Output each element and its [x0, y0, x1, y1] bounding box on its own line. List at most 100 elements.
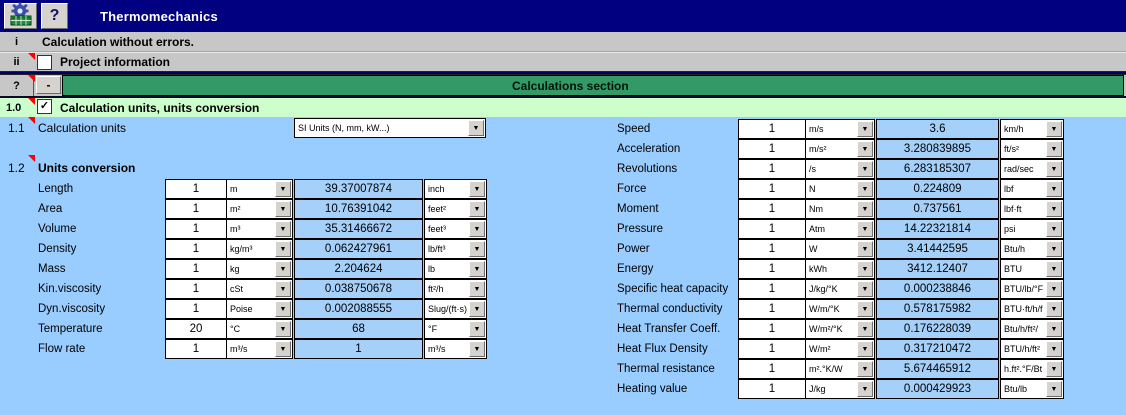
value-input[interactable]: 1 — [165, 239, 227, 259]
unit-select[interactable]: Poise▼ — [226, 299, 293, 319]
dropdown-arrow-icon[interactable]: ▼ — [857, 261, 873, 277]
dropdown-arrow-icon[interactable]: ▼ — [1046, 121, 1062, 137]
dropdown-arrow-icon[interactable]: ▼ — [1046, 341, 1062, 357]
unit-select[interactable]: kWh▼ — [805, 259, 875, 279]
value-input[interactable]: 1 — [738, 339, 806, 359]
unit-select[interactable]: N▼ — [805, 179, 875, 199]
unit-select[interactable]: m/s▼ — [805, 119, 875, 139]
dropdown-arrow-icon[interactable]: ▼ — [1046, 141, 1062, 157]
dropdown-arrow-icon[interactable]: ▼ — [857, 241, 873, 257]
dropdown-arrow-icon[interactable]: ▼ — [469, 281, 485, 297]
calculation-units-select[interactable]: SI Units (N, mm, kW...) ▼ — [294, 118, 486, 138]
result-unit-select[interactable]: BTU▼ — [1000, 259, 1064, 279]
dropdown-arrow-icon[interactable]: ▼ — [857, 341, 873, 357]
unit-select[interactable]: cSt▼ — [226, 279, 293, 299]
dropdown-arrow-icon[interactable]: ▼ — [275, 201, 291, 217]
dropdown-arrow-icon[interactable]: ▼ — [275, 341, 291, 357]
dropdown-arrow-icon[interactable]: ▼ — [469, 301, 485, 317]
dropdown-arrow-icon[interactable]: ▼ — [275, 301, 291, 317]
dropdown-arrow-icon[interactable]: ▼ — [857, 281, 873, 297]
dropdown-arrow-icon[interactable]: ▼ — [275, 181, 291, 197]
unit-select[interactable]: m³/s▼ — [226, 339, 293, 359]
value-input[interactable]: 1 — [738, 379, 806, 399]
unit-select[interactable]: W/m²▼ — [805, 339, 875, 359]
dropdown-arrow-icon[interactable]: ▼ — [857, 361, 873, 377]
unit-select[interactable]: Atm▼ — [805, 219, 875, 239]
dropdown-arrow-icon[interactable]: ▼ — [275, 241, 291, 257]
dropdown-arrow-icon[interactable]: ▼ — [275, 261, 291, 277]
result-unit-select[interactable]: lbf·ft▼ — [1000, 199, 1064, 219]
result-unit-select[interactable]: ft/s²▼ — [1000, 139, 1064, 159]
dropdown-arrow-icon[interactable]: ▼ — [1046, 221, 1062, 237]
dropdown-arrow-icon[interactable]: ▼ — [1046, 261, 1062, 277]
dropdown-arrow-icon[interactable]: ▼ — [1046, 161, 1062, 177]
dropdown-arrow-icon[interactable]: ▼ — [1046, 321, 1062, 337]
value-input[interactable]: 1 — [165, 279, 227, 299]
result-unit-select[interactable]: Btu/h▼ — [1000, 239, 1064, 259]
value-input[interactable]: 20 — [165, 319, 227, 339]
value-input[interactable]: 1 — [165, 199, 227, 219]
dropdown-arrow-icon[interactable]: ▼ — [275, 221, 291, 237]
dropdown-arrow-icon[interactable]: ▼ — [1046, 381, 1062, 397]
value-input[interactable]: 1 — [165, 259, 227, 279]
result-unit-select[interactable]: h.ft².°F/Bt▼ — [1000, 359, 1064, 379]
dropdown-arrow-icon[interactable]: ▼ — [1046, 281, 1062, 297]
value-input[interactable]: 1 — [738, 199, 806, 219]
value-input[interactable]: 1 — [738, 299, 806, 319]
unit-select[interactable]: W/m²/°K▼ — [805, 319, 875, 339]
collapse-button[interactable]: - — [36, 76, 61, 94]
result-unit-select[interactable]: inch▼ — [424, 179, 487, 199]
result-unit-select[interactable]: lb▼ — [424, 259, 487, 279]
result-unit-select[interactable]: Btu/lb▼ — [1000, 379, 1064, 399]
unit-select[interactable]: /s▼ — [805, 159, 875, 179]
dropdown-arrow-icon[interactable]: ▼ — [468, 120, 484, 136]
value-input[interactable]: 1 — [738, 159, 806, 179]
result-unit-select[interactable]: BTU/h/ft²▼ — [1000, 339, 1064, 359]
dropdown-arrow-icon[interactable]: ▼ — [469, 261, 485, 277]
value-input[interactable]: 1 — [738, 279, 806, 299]
value-input[interactable]: 1 — [738, 179, 806, 199]
result-unit-select[interactable]: m³/s▼ — [424, 339, 487, 359]
unit-select[interactable]: m²▼ — [226, 199, 293, 219]
unit-select[interactable]: m▼ — [226, 179, 293, 199]
dropdown-arrow-icon[interactable]: ▼ — [857, 201, 873, 217]
value-input[interactable]: 1 — [738, 319, 806, 339]
value-input[interactable]: 1 — [165, 299, 227, 319]
result-unit-select[interactable]: feet³▼ — [424, 219, 487, 239]
unit-select[interactable]: kg▼ — [226, 259, 293, 279]
result-unit-select[interactable]: psi▼ — [1000, 219, 1064, 239]
unit-select[interactable]: Nm▼ — [805, 199, 875, 219]
result-unit-select[interactable]: BTU·ft/h/f▼ — [1000, 299, 1064, 319]
result-unit-select[interactable]: BTU/lb/°F▼ — [1000, 279, 1064, 299]
value-input[interactable]: 1 — [165, 219, 227, 239]
dropdown-arrow-icon[interactable]: ▼ — [1046, 301, 1062, 317]
project-information-checkbox[interactable] — [37, 55, 52, 70]
dropdown-arrow-icon[interactable]: ▼ — [857, 181, 873, 197]
result-unit-select[interactable]: Slug/(ft·s)▼ — [424, 299, 487, 319]
value-input[interactable]: 1 — [738, 139, 806, 159]
dropdown-arrow-icon[interactable]: ▼ — [275, 321, 291, 337]
unit-select[interactable]: °C▼ — [226, 319, 293, 339]
dropdown-arrow-icon[interactable]: ▼ — [857, 221, 873, 237]
dropdown-arrow-icon[interactable]: ▼ — [857, 141, 873, 157]
dropdown-arrow-icon[interactable]: ▼ — [1046, 361, 1062, 377]
result-unit-select[interactable]: ft²/h▼ — [424, 279, 487, 299]
dropdown-arrow-icon[interactable]: ▼ — [857, 121, 873, 137]
result-unit-select[interactable]: Btu/h/ft²/▼ — [1000, 319, 1064, 339]
dropdown-arrow-icon[interactable]: ▼ — [1046, 241, 1062, 257]
dropdown-arrow-icon[interactable]: ▼ — [469, 181, 485, 197]
dropdown-arrow-icon[interactable]: ▼ — [469, 321, 485, 337]
dropdown-arrow-icon[interactable]: ▼ — [469, 341, 485, 357]
unit-select[interactable]: m².°K/W▼ — [805, 359, 875, 379]
dropdown-arrow-icon[interactable]: ▼ — [857, 321, 873, 337]
value-input[interactable]: 1 — [738, 239, 806, 259]
dropdown-arrow-icon[interactable]: ▼ — [469, 241, 485, 257]
unit-select[interactable]: kg/m³▼ — [226, 239, 293, 259]
unit-select[interactable]: m³▼ — [226, 219, 293, 239]
value-input[interactable]: 1 — [165, 339, 227, 359]
dropdown-arrow-icon[interactable]: ▼ — [469, 221, 485, 237]
value-input[interactable]: 1 — [738, 359, 806, 379]
value-input[interactable]: 1 — [165, 179, 227, 199]
dropdown-arrow-icon[interactable]: ▼ — [469, 201, 485, 217]
result-unit-select[interactable]: feet²▼ — [424, 199, 487, 219]
